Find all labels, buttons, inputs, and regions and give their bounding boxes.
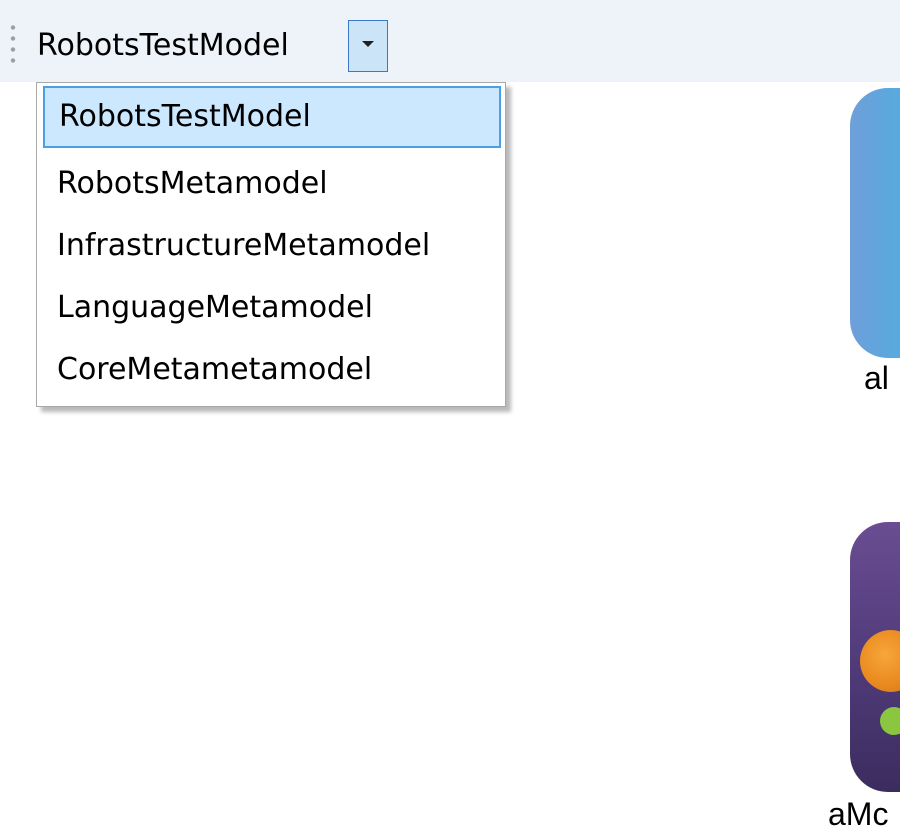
canvas-node-label: al bbox=[864, 360, 889, 396]
dropdown-item-infrastructuremetamodel[interactable]: InfrastructureMetamodel bbox=[43, 215, 501, 277]
toolbar-grip-handle[interactable] bbox=[10, 22, 16, 66]
selected-model-value[interactable]: RobotsTestModel bbox=[37, 20, 343, 72]
orange-circle-icon bbox=[860, 630, 900, 692]
green-dot-icon bbox=[880, 707, 900, 735]
dropdown-item-coremetametamodel[interactable]: CoreMetametamodel bbox=[43, 339, 501, 401]
canvas-node-label: aMc bbox=[828, 796, 889, 832]
model-selector-toolbar: RobotsTestModel bbox=[0, 0, 900, 82]
dropdown-item-robotstestmodel[interactable]: RobotsTestModel bbox=[43, 86, 501, 148]
chevron-down-icon bbox=[362, 41, 374, 47]
model-dropdown-button[interactable] bbox=[348, 20, 388, 72]
purple-robot-node-icon[interactable] bbox=[850, 522, 900, 792]
blue-robot-node-icon[interactable] bbox=[850, 88, 900, 358]
model-selector-combobox[interactable]: RobotsTestModel bbox=[37, 20, 389, 72]
dropdown-item-robotsmetamodel[interactable]: RobotsMetamodel bbox=[43, 153, 501, 215]
dropdown-item-languagemetamodel[interactable]: LanguageMetamodel bbox=[43, 277, 501, 339]
model-dropdown-list: RobotsTestModel RobotsMetamodel Infrastr… bbox=[36, 82, 506, 407]
application-window: RobotsTestModel RobotsTestModel RobotsMe… bbox=[0, 0, 900, 835]
